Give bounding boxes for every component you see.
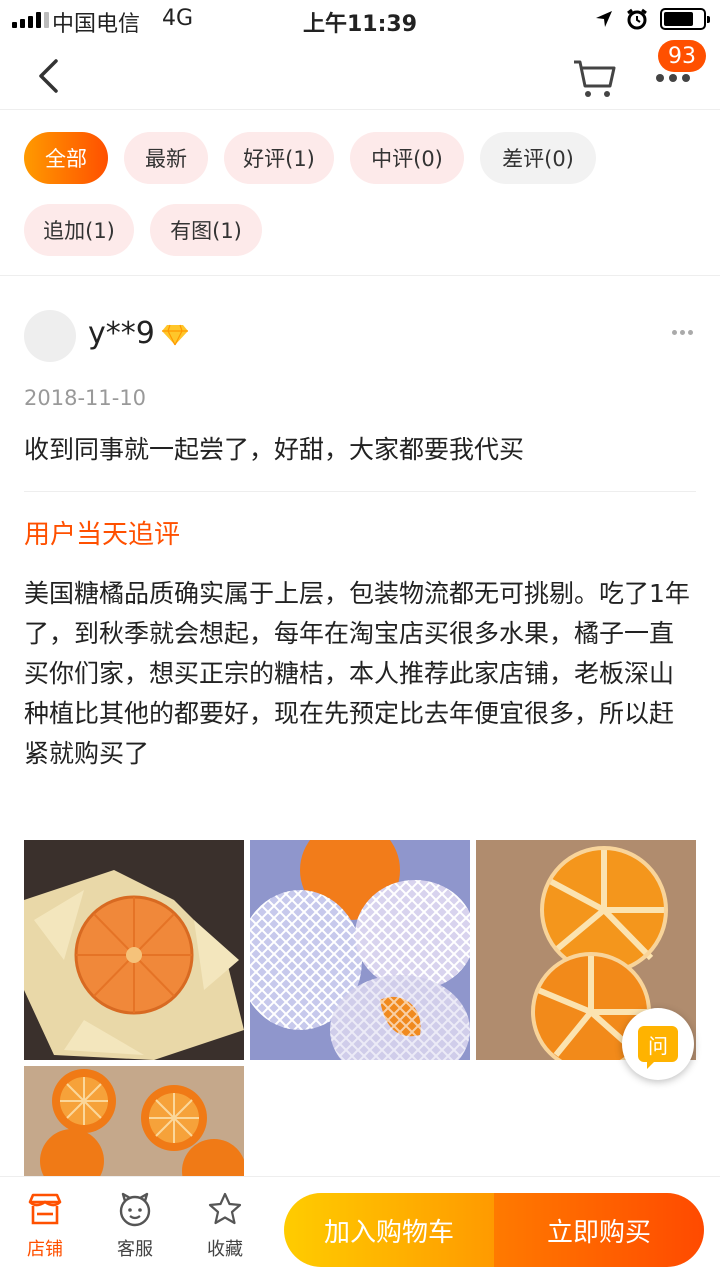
chevron-left-icon (39, 59, 58, 93)
avatar[interactable] (24, 310, 76, 362)
filter-medium[interactable]: 中评(0) (350, 132, 464, 184)
cart-button[interactable] (570, 56, 620, 100)
diamond-icon (162, 324, 188, 346)
status-right (594, 8, 710, 30)
tab-service[interactable]: 客服 (100, 1189, 170, 1269)
cart-icon (574, 60, 616, 97)
divider (24, 491, 696, 492)
filter-good[interactable]: 好评(1) (224, 132, 334, 184)
filter-with-photo[interactable]: 有图(1) (150, 204, 262, 256)
more-dots-icon (656, 74, 664, 82)
review-text: 收到同事就一起尝了，好甜，大家都要我代买 (24, 435, 525, 464)
filter-bad[interactable]: 差评(0) (480, 132, 596, 184)
add-to-cart-button[interactable]: 加入购物车 (284, 1193, 494, 1267)
tab-service-label: 客服 (117, 1239, 153, 1260)
star-icon (208, 1192, 242, 1225)
filter-latest[interactable]: 最新 (124, 132, 208, 184)
tab-store[interactable]: 店铺 (10, 1189, 80, 1269)
service-icon (119, 1192, 151, 1227)
peeled-orange-photo (24, 840, 244, 1060)
halved-oranges-photo (24, 1066, 244, 1176)
nav-bar (0, 40, 720, 110)
append-title: 用户当天追评 (24, 520, 181, 550)
bottom-bar: 店铺 客服 收藏 加入购物车 立即购买 (0, 1176, 720, 1280)
filter-append[interactable]: 追加(1) (24, 204, 134, 256)
review-more-button[interactable] (672, 330, 693, 335)
oranges-in-foam-net-photo (250, 840, 470, 1060)
store-icon (28, 1193, 62, 1225)
user-name: y**9 (88, 316, 155, 351)
review-photo-4[interactable] (24, 1066, 244, 1176)
alarm-icon (627, 8, 647, 30)
ask-button-label: 问 (638, 1026, 678, 1069)
back-button[interactable] (26, 54, 70, 98)
buy-now-button[interactable]: 立即购买 (494, 1193, 704, 1267)
location-arrow-icon (596, 11, 612, 27)
status-bar: 中国电信 4G 上午11:39 (0, 0, 720, 40)
filter-bar: 全部 最新 好评(1) 中评(0) 差评(0) 追加(1) 有图(1) (0, 110, 720, 276)
review-date: 2018-11-10 (24, 386, 147, 410)
filter-all[interactable]: 全部 (24, 132, 108, 184)
ask-button[interactable]: 问 (622, 1008, 694, 1080)
review-photo-1[interactable] (24, 840, 244, 1060)
review-photo-2[interactable] (250, 840, 470, 1060)
message-badge: 93 (658, 40, 706, 72)
battery-icon (660, 8, 710, 30)
tab-favorite[interactable]: 收藏 (190, 1189, 260, 1269)
append-text: 美国糖橘品质确实属于上层，包装物流都无可挑剔。吃了1年了，到秋季就会想起，每年在… (24, 579, 690, 768)
tab-store-label: 店铺 (27, 1239, 63, 1260)
tab-favorite-label: 收藏 (207, 1239, 243, 1260)
